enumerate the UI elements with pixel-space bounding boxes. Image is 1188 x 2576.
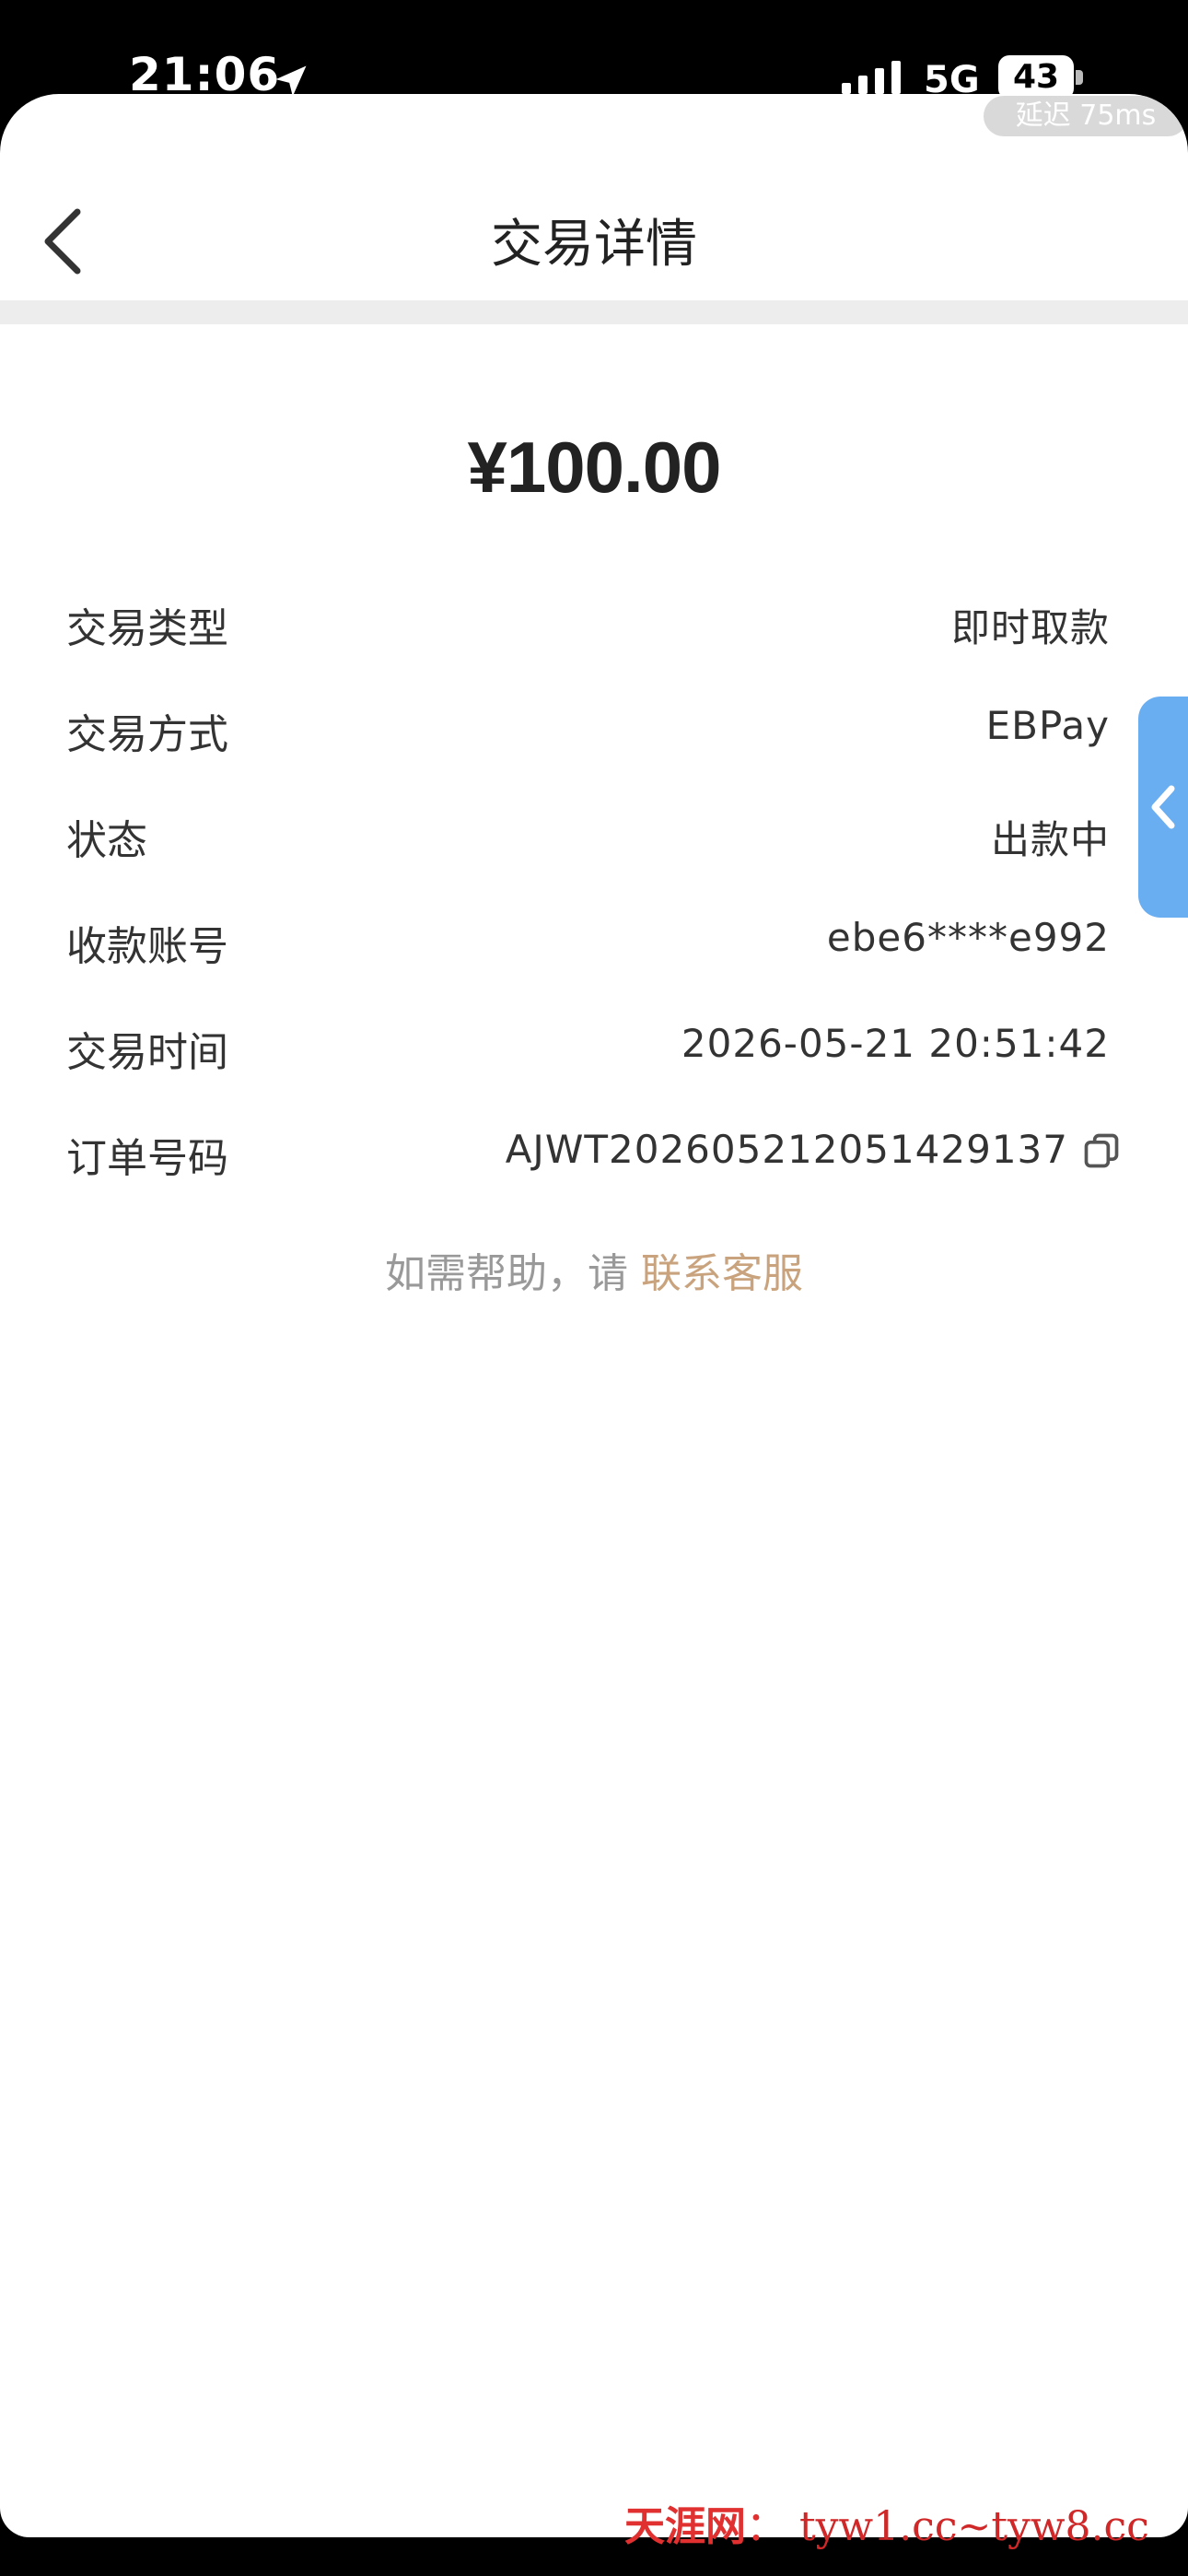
copy-icon[interactable] — [1081, 1130, 1122, 1171]
detail-value: ebe6****e992 — [826, 915, 1110, 960]
detail-label: 收款账号 — [66, 923, 228, 970]
detail-row-time: 交易时间 2026-05-21 20:51:42 — [0, 1006, 1188, 1080]
battery-tip — [1076, 70, 1083, 85]
detail-row-account: 收款账号 ebe6****e992 — [0, 900, 1188, 974]
header-divider — [0, 300, 1188, 324]
detail-row-method: 交易方式 EBPay — [0, 688, 1188, 762]
detail-row-order: 订单号码 AJWT202605212051429137 — [0, 1112, 1188, 1186]
watermark-brand: 天涯网 — [624, 2503, 746, 2550]
detail-label: 交易方式 — [66, 711, 228, 758]
signal-icon — [842, 61, 901, 94]
status-bar: 21:06 5G 43 — [0, 0, 1188, 101]
side-drawer-tab[interactable] — [1138, 697, 1188, 918]
help-line: 如需帮助，请 联系客服 — [0, 1240, 1188, 1299]
watermark: 天涯网： tyw1.cc~tyw8.cc — [624, 2493, 1149, 2552]
battery-icon: 43 — [998, 55, 1074, 100]
chevron-left-icon — [1151, 785, 1175, 829]
screen: 21:06 5G 43 延迟 75ms 交易详情 ¥100.00 交易类型 即时… — [0, 0, 1188, 2576]
watermark-separator: ： — [746, 2503, 786, 2550]
detail-label: 交易时间 — [66, 1029, 228, 1076]
transaction-amount: ¥100.00 — [467, 427, 722, 508]
detail-label: 状态 — [66, 817, 147, 864]
detail-value: 即时取款 — [950, 605, 1110, 650]
watermark-url: tyw1.cc~tyw8.cc — [799, 2503, 1149, 2550]
help-prefix: 如需帮助，请 — [385, 1250, 628, 1297]
detail-value: EBPay — [985, 703, 1110, 748]
order-number: AJWT202605212051429137 — [505, 1127, 1068, 1172]
detail-label: 订单号码 — [66, 1135, 228, 1182]
page-title: 交易详情 — [491, 215, 697, 275]
detail-row-status: 状态 出款中 — [0, 794, 1188, 868]
latency-badge: 延迟 75ms — [984, 96, 1188, 136]
detail-row-type: 交易类型 即时取款 — [0, 582, 1188, 656]
detail-label: 交易类型 — [66, 605, 228, 652]
status-value: 出款中 — [990, 817, 1110, 862]
detail-value: 2026-05-21 20:51:42 — [681, 1021, 1110, 1066]
transaction-detail-sheet: 延迟 75ms 交易详情 ¥100.00 交易类型 即时取款 交易方式 EBPa… — [0, 94, 1188, 2537]
contact-support-link[interactable]: 联系客服 — [641, 1250, 803, 1297]
